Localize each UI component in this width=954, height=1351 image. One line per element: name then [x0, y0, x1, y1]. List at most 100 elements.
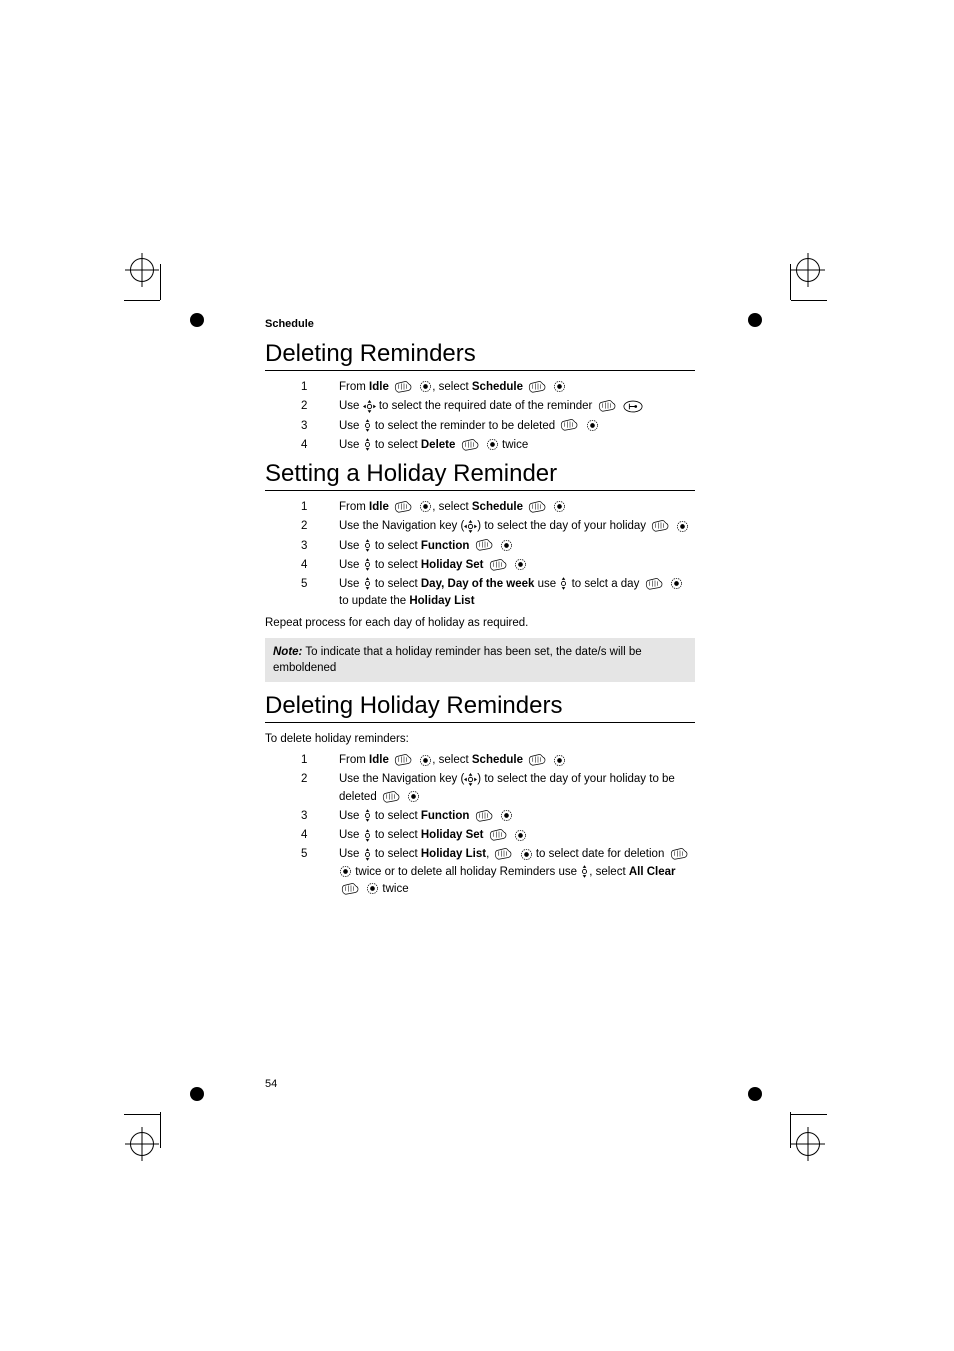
step-item: 5 Use to select Day, Day of the week use…: [301, 576, 695, 611]
hand-icon: [392, 753, 416, 767]
body-text: Repeat process for each day of holiday a…: [265, 615, 695, 632]
steps-list: 1 From Idle , select Schedule 2 Use the …: [301, 752, 695, 898]
hand-icon: [487, 828, 511, 842]
dot-icon: [339, 865, 352, 878]
section-title: Deleting Reminders: [265, 340, 695, 371]
dot-icon: [514, 558, 527, 571]
nav-ud-icon: [363, 558, 372, 571]
step-body: Use to select Day, Day of the week use t…: [339, 576, 695, 611]
dot-icon: [407, 790, 420, 803]
dot-icon: [486, 438, 499, 451]
steps-list: 1 From Idle , select Schedule 2 Use the …: [301, 499, 695, 611]
bold-text: Holiday List: [409, 595, 474, 607]
step-body: Use the Navigation key () to select the …: [339, 771, 695, 806]
step-number: 1: [301, 499, 339, 516]
step-number: 1: [301, 752, 339, 769]
step-number: 3: [301, 538, 339, 555]
chapter-header: Schedule: [265, 318, 695, 330]
bold-text: All Clear: [629, 866, 676, 878]
nav4-icon: [464, 520, 477, 533]
step-number: 2: [301, 771, 339, 806]
nav-ud-icon: [363, 829, 372, 842]
nav-ud-icon: [363, 809, 372, 822]
step-number: 4: [301, 827, 339, 844]
bold-text: Schedule: [472, 501, 523, 513]
hand-icon: [526, 380, 550, 394]
bold-text: Schedule: [472, 754, 523, 766]
step-number: 4: [301, 557, 339, 574]
step-item: 2 Use to select the required date of the…: [301, 398, 695, 415]
note-box: Note: To indicate that a holiday reminde…: [265, 638, 695, 682]
nav-ud-icon: [363, 419, 372, 432]
hand-icon: [459, 438, 483, 452]
section-title: Setting a Holiday Reminder: [265, 460, 695, 491]
dot-icon: [586, 419, 599, 432]
hand-icon: [492, 847, 516, 861]
step-body: Use to select the required date of the r…: [339, 398, 695, 415]
dot-icon: [670, 577, 683, 590]
step-number: 5: [301, 846, 339, 898]
bold-text: Holiday Set: [421, 559, 484, 571]
note-label: Note:: [273, 646, 302, 658]
bold-text: Holiday List: [421, 848, 486, 860]
step-item: 2 Use the Navigation key () to select th…: [301, 518, 695, 535]
hand-icon: [339, 882, 363, 896]
dot-icon: [419, 754, 432, 767]
dot-icon: [553, 500, 566, 513]
page-number: 54: [265, 1078, 277, 1090]
step-number: 3: [301, 418, 339, 435]
hand-icon: [392, 380, 416, 394]
hand-icon: [558, 418, 582, 432]
hand-icon: [526, 500, 550, 514]
step-body: Use to select Holiday List, to select da…: [339, 846, 695, 898]
dot-icon: [520, 848, 533, 861]
step-item: 1 From Idle , select Schedule: [301, 499, 695, 516]
step-item: 4 Use to select Holiday Set: [301, 827, 695, 844]
nav4-icon: [464, 773, 477, 786]
dot-icon: [500, 809, 513, 822]
step-item: 5 Use to select Holiday List, to select …: [301, 846, 695, 898]
nav-ud-icon: [363, 438, 372, 451]
step-number: 5: [301, 576, 339, 611]
hand-icon: [473, 538, 497, 552]
step-item: 3 Use to select Function: [301, 808, 695, 825]
dot-icon: [500, 539, 513, 552]
step-number: 2: [301, 518, 339, 535]
bold-text: Function: [421, 540, 470, 552]
dot-icon: [419, 380, 432, 393]
nav-ud-icon: [363, 577, 372, 590]
oval-left-icon: [623, 400, 643, 413]
bold-text: Idle: [369, 754, 389, 766]
step-number: 4: [301, 437, 339, 454]
step-item: 2 Use the Navigation key () to select th…: [301, 771, 695, 806]
step-item: 1 From Idle , select Schedule: [301, 752, 695, 769]
dot-icon: [676, 520, 689, 533]
step-item: 4 Use to select Holiday Set: [301, 557, 695, 574]
step-body: From Idle , select Schedule: [339, 379, 695, 396]
dot-icon: [553, 380, 566, 393]
nav-ud-icon: [580, 865, 589, 878]
dot-icon: [366, 882, 379, 895]
bold-text: Function: [421, 810, 470, 822]
dot-icon: [553, 754, 566, 767]
step-body: Use to select Delete twice: [339, 437, 695, 454]
hand-icon: [643, 577, 667, 591]
hand-icon: [473, 809, 497, 823]
step-body: Use to select Holiday Set: [339, 827, 695, 844]
hand-icon: [392, 500, 416, 514]
steps-list: 1 From Idle , select Schedule 2 Use to s…: [301, 379, 695, 454]
bold-text: Holiday Set: [421, 829, 484, 841]
bold-text: Idle: [369, 501, 389, 513]
nav4-icon: [363, 400, 376, 413]
hand-icon: [649, 519, 673, 533]
body-text: To delete holiday reminders:: [265, 731, 695, 748]
step-number: 1: [301, 379, 339, 396]
nav-ud-icon: [363, 848, 372, 861]
step-body: Use to select the reminder to be deleted: [339, 418, 695, 435]
hand-icon: [487, 558, 511, 572]
step-body: Use the Navigation key () to select the …: [339, 518, 695, 535]
step-body: From Idle , select Schedule: [339, 752, 695, 769]
step-body: Use to select Function: [339, 808, 695, 825]
bold-text: Delete: [421, 439, 456, 451]
step-item: 3 Use to select Function: [301, 538, 695, 555]
